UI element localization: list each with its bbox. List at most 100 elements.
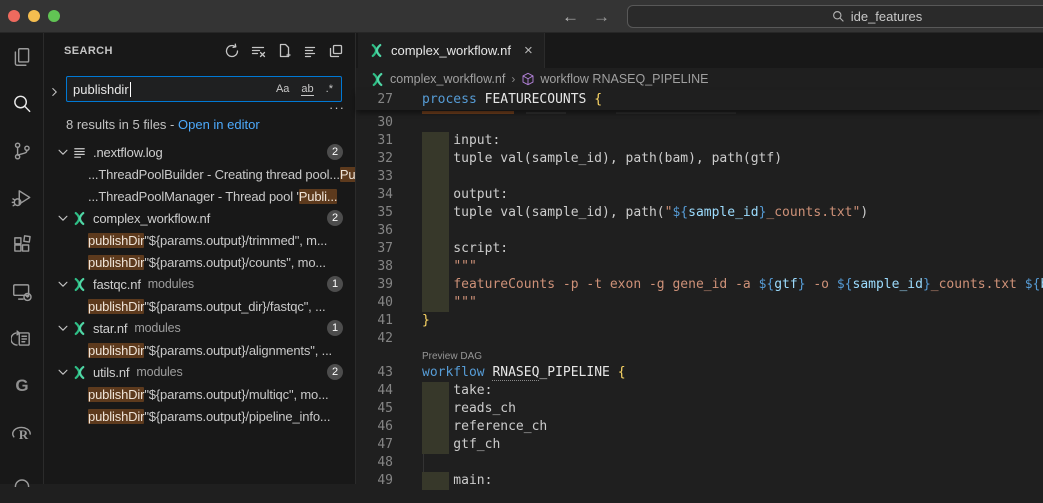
toggle-search-details-button[interactable]: ··· — [329, 103, 345, 113]
code-line-38[interactable]: 38 """ — [356, 258, 1043, 276]
match-case-toggle[interactable]: Aa — [274, 82, 291, 96]
file-row-fastqc-nf[interactable]: fastqc.nfmodules1 — [44, 273, 355, 295]
activity-item-doc-sync[interactable] — [0, 315, 44, 362]
search-match-row[interactable]: publishDir "${params.output}/counts", mo… — [44, 251, 355, 273]
activity-item-source-control[interactable] — [0, 127, 44, 174]
open-in-editor-icon — [328, 43, 344, 59]
use-regex-toggle[interactable]: .* — [324, 82, 335, 96]
chevron-down-icon[interactable] — [56, 277, 72, 291]
line-number: 34 — [356, 186, 393, 204]
chevron-down-icon[interactable] — [56, 321, 72, 335]
refresh-icon — [224, 43, 240, 59]
code-line-47[interactable]: 47 gtf_ch — [356, 436, 1043, 454]
code-line-40[interactable]: 40 """ — [356, 294, 1043, 312]
open-in-editor-link[interactable]: Open in editor — [178, 117, 260, 132]
code-line-37[interactable]: 37 script: — [356, 240, 1043, 258]
code-line-33[interactable]: 33 — [356, 168, 1043, 186]
file-row-complex-workflow-nf[interactable]: complex_workflow.nf2 — [44, 207, 355, 229]
search-match-row[interactable]: ...ThreadPoolManager - Thread pool 'Publ… — [44, 185, 355, 207]
line-number: 42 — [356, 330, 393, 348]
text-caret — [130, 82, 131, 97]
refresh-button[interactable] — [221, 40, 243, 62]
activity-item-run-and-debug[interactable] — [0, 174, 44, 221]
navigate-back-icon[interactable]: ← — [562, 7, 579, 27]
clear-results-button[interactable] — [247, 40, 269, 62]
match-count-badge: 1 — [327, 276, 343, 292]
line-number: 43 — [356, 364, 393, 382]
line-number: 44 — [356, 382, 393, 400]
indent-guide — [423, 454, 424, 472]
file-row-nextflow-log[interactable]: .nextflow.log2 — [44, 141, 355, 163]
tab-close-icon[interactable]: × — [524, 42, 533, 59]
indent-highlight — [422, 168, 449, 186]
search-icon — [11, 93, 33, 115]
navigate-forward-icon[interactable]: → — [593, 7, 610, 27]
search-match-row[interactable]: publishDir "${params.output}/pipeline_in… — [44, 405, 355, 427]
svg-text:R: R — [19, 427, 29, 442]
minimize-window-button[interactable] — [28, 10, 40, 22]
activity-item-r-lang[interactable]: R — [0, 409, 44, 456]
breadcrumb: complex_workflow.nf › workflow RNASEQ_PI… — [356, 68, 1043, 90]
activity-item-remote-explorer[interactable] — [0, 268, 44, 315]
code-line-36[interactable]: 36 — [356, 222, 1043, 240]
chevron-down-icon[interactable] — [56, 211, 72, 225]
match-count-badge: 1 — [327, 320, 343, 336]
source-control-icon — [11, 140, 33, 162]
code-line-48[interactable]: 48 — [356, 454, 1043, 472]
activity-item-search[interactable] — [0, 80, 44, 127]
search-match-row[interactable]: publishDir "${params.output}/alignments"… — [44, 339, 355, 361]
chevron-down-icon[interactable] — [56, 365, 72, 379]
log-file-icon — [72, 145, 88, 160]
code-line-41[interactable]: 41} — [356, 312, 1043, 330]
code-editor[interactable]: 3031 input:32 tuple val(sample_id), path… — [356, 114, 1043, 490]
view-as-list-button[interactable] — [299, 40, 321, 62]
panel-title: SEARCH — [64, 45, 113, 57]
code-line-27[interactable]: 27process FEATURECOUNTS { — [356, 90, 1043, 110]
new-search-editor-button[interactable] — [273, 40, 295, 62]
search-match-row[interactable]: publishDir "${params.output}/trimmed", m… — [44, 229, 355, 251]
maximize-window-button[interactable] — [48, 10, 60, 22]
search-input[interactable]: publishdir Aaab.* — [66, 76, 342, 102]
code-line-39[interactable]: 39 featureCounts -p -t exon -g gene_id -… — [356, 276, 1043, 294]
activity-bar: GR — [0, 33, 44, 484]
command-center-search-box[interactable]: ide_features — [627, 5, 1043, 28]
codelens[interactable]: Preview DAG — [356, 348, 1043, 364]
line-number: 30 — [356, 114, 393, 132]
sticky-scroll-line[interactable]: 27process FEATURECOUNTS { — [356, 90, 1043, 110]
close-window-button[interactable] — [8, 10, 20, 22]
code-line-30[interactable]: 30 — [356, 114, 1043, 132]
clear-results-icon — [250, 43, 266, 59]
breadcrumb-file[interactable]: complex_workflow.nf — [370, 72, 505, 87]
search-match-row[interactable]: publishDir "${params.output_dir}/fastqc"… — [44, 295, 355, 317]
code-line-42[interactable]: 42 — [356, 330, 1043, 348]
editor-tab-bar: complex_workflow.nf × — [356, 33, 1043, 68]
search-match-row[interactable]: publishDir "${params.output}/multiqc", m… — [44, 383, 355, 405]
code-line-46[interactable]: 46 reference_ch — [356, 418, 1043, 436]
code-line-45[interactable]: 45 reads_ch — [356, 400, 1043, 418]
activity-item-extensions[interactable] — [0, 221, 44, 268]
activity-item-explorer[interactable] — [0, 33, 44, 80]
activity-item-partial[interactable] — [0, 456, 44, 503]
chevron-down-icon[interactable] — [56, 145, 72, 159]
open-in-editor-button[interactable] — [325, 40, 347, 62]
gitlens-icon: G — [15, 376, 28, 396]
tab-label: complex_workflow.nf — [391, 43, 511, 58]
file-row-utils-nf[interactable]: utils.nfmodules2 — [44, 361, 355, 383]
file-row-star-nf[interactable]: star.nfmodules1 — [44, 317, 355, 339]
activity-item-gitlens[interactable]: G — [0, 362, 44, 409]
code-line-31[interactable]: 31 input: — [356, 132, 1043, 150]
code-line-32[interactable]: 32 tuple val(sample_id), path(bam), path… — [356, 150, 1043, 168]
match-whole-word-toggle[interactable]: ab — [299, 82, 315, 96]
code-line-49[interactable]: 49 main: — [356, 472, 1043, 490]
search-match-row[interactable]: ...ThreadPoolBuilder - Creating thread p… — [44, 163, 355, 185]
code-line-35[interactable]: 35 tuple val(sample_id), path("${sample_… — [356, 204, 1043, 222]
view-as-list-icon — [302, 43, 318, 59]
breadcrumb-symbol[interactable]: workflow RNASEQ_PIPELINE — [521, 72, 708, 86]
line-number: 46 — [356, 418, 393, 436]
tab-complex-workflow-nf[interactable]: complex_workflow.nf × — [358, 33, 545, 68]
code-line-44[interactable]: 44 take: — [356, 382, 1043, 400]
code-line-34[interactable]: 34 output: — [356, 186, 1043, 204]
toggle-replace-button[interactable] — [48, 81, 64, 103]
code-line-43[interactable]: 43workflow RNASEQ_PIPELINE { — [356, 364, 1043, 382]
line-number: 48 — [356, 454, 393, 472]
